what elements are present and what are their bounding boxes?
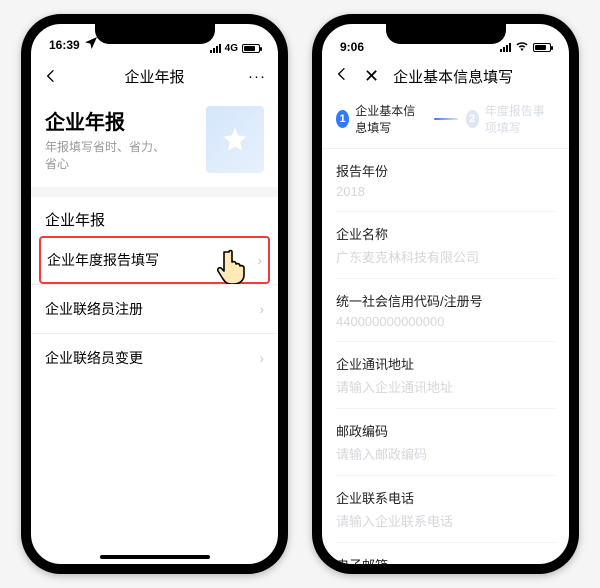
- field-label: 邮政编码: [336, 421, 555, 440]
- back-button[interactable]: [43, 68, 83, 84]
- field-value: 请输入邮政编码: [336, 444, 555, 476]
- field-credit-code[interactable]: 统一社会信用代码/注册号 440000000000000: [322, 279, 569, 342]
- status-time: 16:39: [49, 38, 80, 52]
- close-button[interactable]: ✕: [364, 67, 379, 85]
- back-button[interactable]: [334, 66, 350, 86]
- nav-title: 企业年报: [93, 66, 216, 87]
- field-label: 企业联系电话: [336, 488, 555, 507]
- chevron-right-icon: ›: [259, 301, 264, 317]
- field-label: 电子邮箱: [336, 555, 555, 564]
- step-dot: 2: [466, 110, 479, 128]
- step-label: 企业基本信息填写: [355, 102, 425, 136]
- step-dot: 1: [336, 110, 349, 128]
- list-item-annual-report-fill[interactable]: 企业年度报告填写 ›: [39, 236, 270, 284]
- hero-star-badge: [206, 106, 264, 173]
- status-time: 9:06: [340, 40, 364, 54]
- hero-title: 企业年报: [45, 106, 206, 135]
- field-value: 请输入企业通讯地址: [336, 377, 555, 409]
- list-item-label: 企业联络员变更: [45, 348, 259, 368]
- field-postal-code[interactable]: 邮政编码 请输入邮政编码: [322, 409, 569, 476]
- field-label: 报告年份: [336, 161, 555, 180]
- phone-left: 16:39 4G 企业年报 ··· 企业年报 年报填写省时、省力、省心 企业年报…: [21, 14, 288, 574]
- home-indicator[interactable]: [100, 555, 210, 559]
- nav-bar: 企业年报 ···: [31, 56, 278, 96]
- chevron-right-icon: ›: [259, 350, 264, 366]
- battery-icon: [533, 43, 551, 52]
- field-label: 企业通讯地址: [336, 354, 555, 373]
- list-item-liaison-register[interactable]: 企业联络员注册 ›: [31, 284, 278, 333]
- signal-icon: [500, 43, 511, 52]
- field-address[interactable]: 企业通讯地址 请输入企业通讯地址: [322, 342, 569, 409]
- step-indicator: 1 企业基本信息填写 2 年度报告事项填写: [322, 96, 569, 149]
- field-email[interactable]: 电子邮箱 请输入电子邮箱: [322, 543, 569, 564]
- field-value: 2018: [336, 184, 555, 212]
- signal-icon: [210, 44, 221, 53]
- nav-title: 企业基本信息填写: [393, 66, 513, 87]
- wifi-icon: [515, 40, 529, 54]
- list-item-liaison-change[interactable]: 企业联络员变更 ›: [31, 333, 278, 382]
- notch: [386, 22, 506, 44]
- nav-bar: ✕ 企业基本信息填写: [322, 56, 569, 96]
- form-body[interactable]: 报告年份 2018 企业名称 广东麦克林科技有限公司 统一社会信用代码/注册号 …: [322, 149, 569, 564]
- phone-right: 9:06 ✕ 企业基本信息填写 1 企业基本信息填写 2 年度报告事项填写 报告…: [312, 14, 579, 574]
- field-value: 广东麦克林科技有限公司: [336, 247, 555, 279]
- more-button[interactable]: ···: [226, 68, 266, 85]
- field-company-name[interactable]: 企业名称 广东麦克林科技有限公司: [322, 212, 569, 279]
- field-label: 企业名称: [336, 224, 555, 243]
- list-item-label: 企业联络员注册: [45, 299, 259, 319]
- section-title: 企业年报: [31, 197, 278, 236]
- field-phone[interactable]: 企业联系电话 请输入企业联系电话: [322, 476, 569, 543]
- battery-icon: [242, 44, 260, 53]
- step-2: 2 年度报告事项填写: [466, 102, 556, 136]
- hero-subtitle: 年报填写省时、省力、省心: [45, 139, 175, 173]
- hero: 企业年报 年报填写省时、省力、省心: [31, 96, 278, 187]
- field-label: 统一社会信用代码/注册号: [336, 291, 555, 310]
- field-value: 440000000000000: [336, 314, 555, 342]
- step-1: 1 企业基本信息填写: [336, 102, 426, 136]
- list-item-label: 企业年度报告填写: [47, 250, 257, 270]
- section-divider: [31, 187, 278, 197]
- chevron-right-icon: ›: [257, 252, 262, 268]
- step-label: 年度报告事项填写: [485, 102, 555, 136]
- step-separator: [434, 118, 458, 120]
- field-report-year[interactable]: 报告年份 2018: [322, 149, 569, 212]
- field-value: 请输入企业联系电话: [336, 511, 555, 543]
- network-label: 4G: [225, 43, 238, 54]
- notch: [95, 22, 215, 44]
